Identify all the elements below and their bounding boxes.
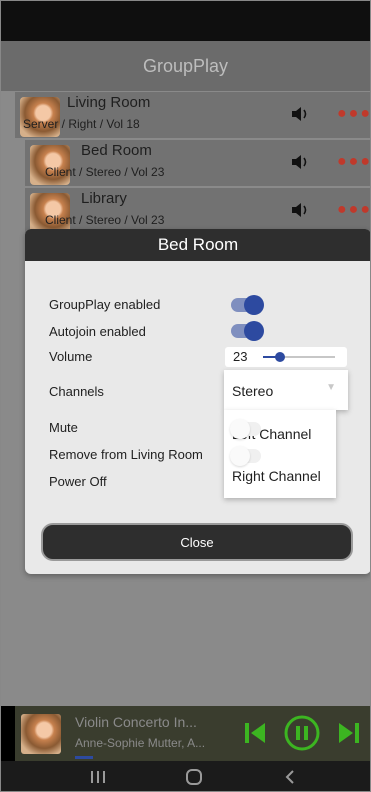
more-options-icon[interactable]: ●●●	[337, 105, 370, 123]
more-options-icon[interactable]: ●●●	[337, 153, 370, 171]
skip-next-icon[interactable]	[337, 716, 361, 750]
zone-name: Library	[81, 190, 127, 207]
zone-row-bed-room[interactable]: Bed Room Client / Stereo / Vol 23 ●●●	[25, 140, 370, 186]
groupplay-enabled-toggle[interactable]	[231, 295, 264, 315]
track-progress-bar	[75, 756, 93, 759]
album-art-thumbnail	[21, 714, 61, 754]
toggle-knob	[244, 295, 264, 315]
groupplay-enabled-label: GroupPlay enabled	[49, 297, 161, 312]
more-options-icon[interactable]: ●●●	[337, 201, 370, 219]
zone-row-living-room[interactable]: Living Room Server / Right / Vol 18 ●●●	[15, 92, 370, 138]
volume-label: Volume	[49, 349, 93, 364]
zone-row-library[interactable]: Library Client / Stereo / Vol 23 ●●●	[25, 188, 370, 234]
status-bar	[1, 1, 370, 41]
channels-selected-value: Stereo	[232, 383, 274, 399]
mute-label: Mute	[49, 420, 78, 435]
channels-label: Channels	[49, 384, 104, 399]
phone-screen: GroupPlay Living Room Server / Right / V…	[0, 0, 371, 792]
recent-apps-icon[interactable]	[89, 769, 107, 785]
skip-previous-icon[interactable]	[243, 716, 267, 750]
remove-from-living-room-label: Remove from Living Room	[49, 447, 203, 462]
zone-detail: Client / Stereo / Vol 23	[45, 213, 165, 227]
toggle-knob	[230, 419, 250, 439]
track-artist: Anne-Sophie Mutter, A...	[75, 736, 206, 750]
speaker-icon[interactable]	[290, 152, 312, 172]
now-playing-bar[interactable]: Violin Concerto In... Anne-Sophie Mutter…	[15, 706, 370, 761]
zone-detail: Server / Right / Vol 18	[23, 117, 140, 131]
zone-settings-dialog: Bed Room GroupPlay enabled Autojoin enab…	[25, 229, 370, 574]
volume-slider-thumb[interactable]	[274, 352, 285, 362]
mute-toggle[interactable]	[230, 419, 261, 439]
chevron-down-icon: ▼	[326, 382, 336, 393]
autojoin-enabled-toggle[interactable]	[231, 321, 264, 341]
close-button[interactable]: Close	[41, 523, 353, 561]
autojoin-enabled-label: Autojoin enabled	[49, 324, 146, 339]
channel-option-right[interactable]: Right Channel	[232, 468, 321, 484]
track-title: Violin Concerto In...	[75, 714, 197, 730]
zone-detail: Client / Stereo / Vol 23	[45, 165, 165, 179]
toggle-knob	[244, 321, 264, 341]
system-navigation-bar	[1, 761, 370, 791]
power-off-label: Power Off	[49, 474, 107, 489]
dialog-header: Bed Room	[25, 229, 370, 261]
volume-value: 23	[233, 349, 248, 364]
toggle-knob	[230, 446, 250, 466]
back-icon[interactable]	[283, 769, 297, 785]
zone-name: Living Room	[67, 94, 151, 111]
volume-control: 23	[225, 347, 347, 367]
close-button-label: Close	[180, 534, 214, 550]
app-title: GroupPlay	[142, 55, 229, 76]
remove-from-living-room-toggle[interactable]	[230, 446, 261, 466]
channels-select[interactable]: Stereo ▼	[224, 370, 348, 410]
pause-icon[interactable]	[283, 714, 321, 752]
speaker-icon[interactable]	[290, 104, 312, 124]
dialog-title: Bed Room	[157, 235, 239, 254]
speaker-icon[interactable]	[290, 200, 312, 220]
home-icon[interactable]	[185, 768, 203, 786]
zone-name: Bed Room	[81, 142, 152, 159]
app-title-bar: GroupPlay	[1, 41, 370, 91]
